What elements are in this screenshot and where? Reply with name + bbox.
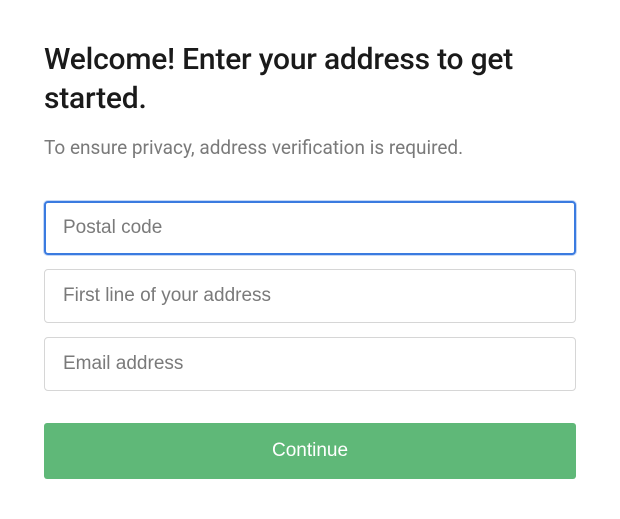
address-form [44,201,576,391]
page-subtitle: To ensure privacy, address verification … [44,136,576,159]
address-line-input[interactable] [44,269,576,323]
page-title: Welcome! Enter your address to get start… [44,40,576,118]
continue-button[interactable]: Continue [44,423,576,479]
postal-code-input[interactable] [44,201,576,255]
email-input[interactable] [44,337,576,391]
